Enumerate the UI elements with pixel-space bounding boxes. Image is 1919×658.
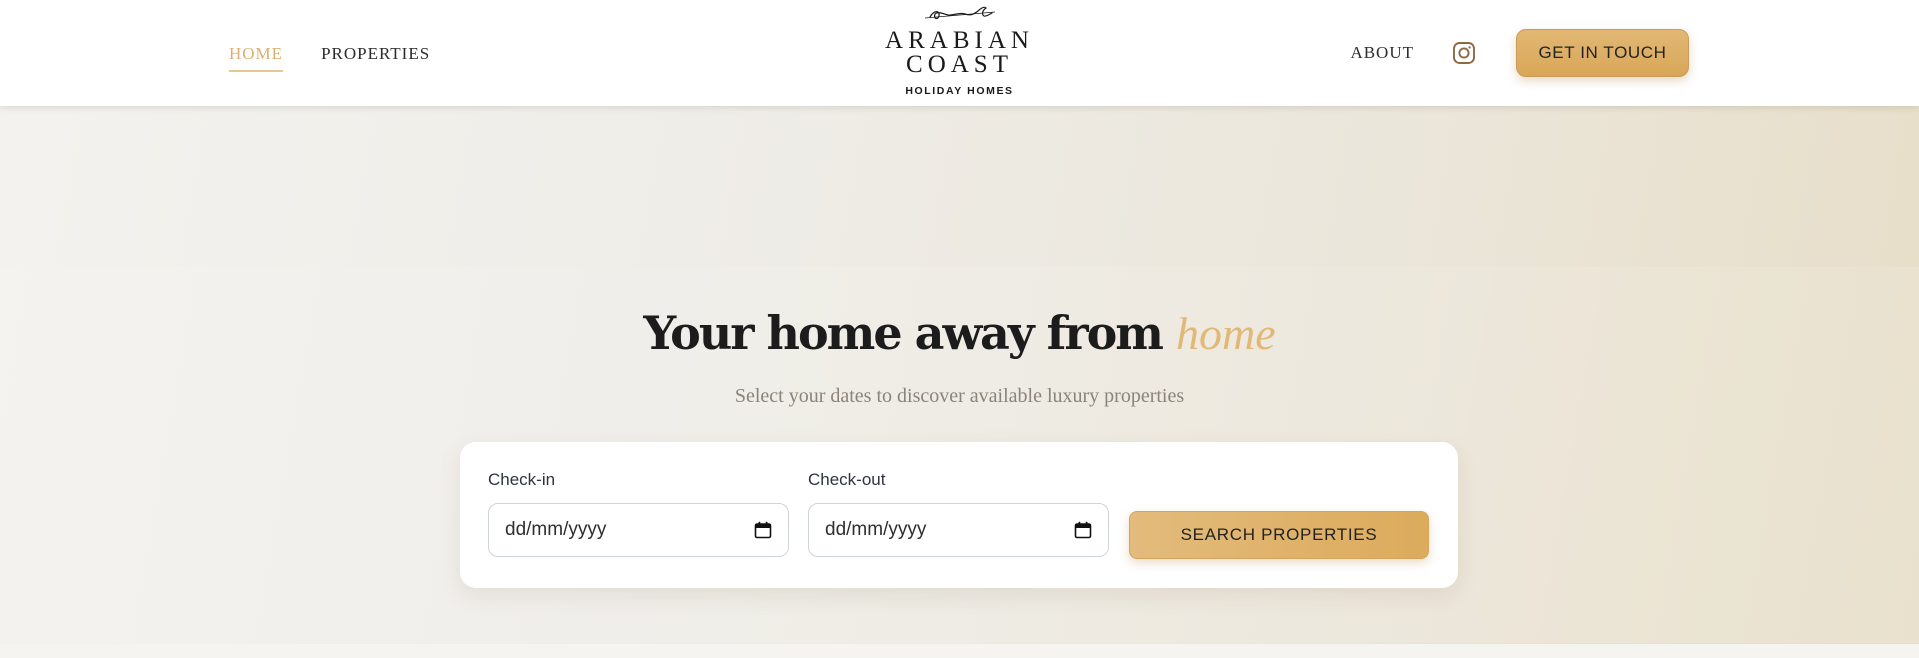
checkin-field: Check-in dd/mm/yyyy <box>488 470 789 557</box>
brand-logo[interactable]: ARABIAN COAST HOLIDAY HOMES <box>882 0 1037 104</box>
checkout-date-input[interactable]: dd/mm/yyyy <box>808 503 1109 557</box>
secondary-nav: ABOUT GET IN TOUCH <box>1350 29 1689 77</box>
hero-title-main: Your home away from <box>643 306 1164 360</box>
search-properties-button[interactable]: SEARCH PROPERTIES <box>1129 511 1429 559</box>
next-section-edge <box>0 644 1919 658</box>
hero-title-accent: home <box>1176 308 1276 359</box>
get-in-touch-button[interactable]: GET IN TOUCH <box>1516 29 1689 77</box>
date-search-card: Check-in dd/mm/yyyy Check-out dd/mm/yyyy <box>460 442 1458 588</box>
site-header: HOME PROPERTIES ARABIAN COAST HOLIDAY HO… <box>0 0 1919 106</box>
checkout-field: Check-out dd/mm/yyyy <box>808 470 1109 557</box>
primary-nav: HOME PROPERTIES <box>229 44 430 72</box>
calendar-icon[interactable] <box>754 521 772 539</box>
checkin-date-input[interactable]: dd/mm/yyyy <box>488 503 789 557</box>
instagram-icon[interactable] <box>1452 41 1476 65</box>
nav-home-link[interactable]: HOME <box>229 44 284 72</box>
hero-section: Your home away from home Select your dat… <box>0 106 1919 644</box>
logo-line-coast: COAST <box>906 51 1013 78</box>
nav-about-link[interactable]: ABOUT <box>1350 43 1414 63</box>
checkin-label: Check-in <box>488 470 556 489</box>
calendar-icon[interactable] <box>1074 521 1092 539</box>
hero-title: Your home away from home <box>0 306 1919 360</box>
checkout-label: Check-out <box>808 470 886 489</box>
logo-signature-icon <box>924 6 996 20</box>
logo-subtitle: HOLIDAY HOMES <box>905 85 1014 97</box>
checkout-date-value: dd/mm/yyyy <box>825 519 927 540</box>
nav-properties-link[interactable]: PROPERTIES <box>321 44 430 72</box>
hero-subtitle: Select your dates to discover available … <box>734 385 1185 407</box>
checkin-date-value: dd/mm/yyyy <box>505 519 607 540</box>
